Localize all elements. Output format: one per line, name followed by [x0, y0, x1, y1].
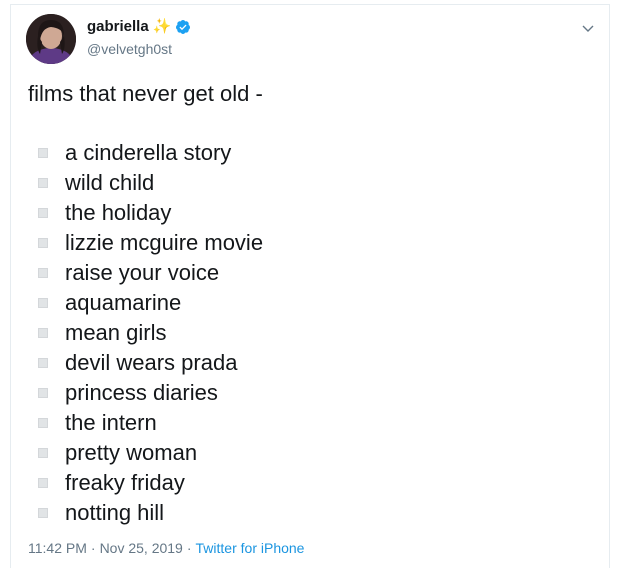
checkbox-square-icon	[38, 328, 48, 338]
list-item-text: aquamarine	[65, 290, 182, 315]
list-item: lizzie mcguire movie	[38, 228, 263, 258]
list-item-text: raise your voice	[65, 260, 220, 285]
list-item: raise your voice	[38, 258, 263, 288]
list-item: freaky friday	[38, 468, 263, 498]
checkbox-square-icon	[38, 448, 48, 458]
list-item: wild child	[38, 168, 263, 198]
list-item-text: princess diaries	[65, 380, 218, 405]
list-item-text: freaky friday	[65, 470, 185, 495]
checkbox-square-icon	[38, 298, 48, 308]
list-item-text: the intern	[65, 410, 157, 435]
list-item-text: lizzie mcguire movie	[65, 230, 264, 255]
author-name-row[interactable]: gabriella ✨	[87, 18, 191, 35]
checkbox-square-icon	[38, 148, 48, 158]
list-item-text: devil wears prada	[65, 350, 238, 375]
checkbox-square-icon	[38, 418, 48, 428]
chevron-down-icon[interactable]	[581, 21, 595, 35]
list-item-text: the holiday	[65, 200, 172, 225]
list-item: a cinderella story	[38, 138, 263, 168]
list-item-text: notting hill	[65, 500, 165, 525]
list-item: pretty woman	[38, 438, 263, 468]
checkbox-square-icon	[38, 238, 48, 248]
tweet-source-link[interactable]: Twitter for iPhone	[196, 540, 305, 556]
tweet-text: films that never get old -	[28, 81, 263, 106]
tweet-time[interactable]: 11:42 PM	[28, 540, 87, 556]
list-item: aquamarine	[38, 288, 263, 318]
list-item: notting hill	[38, 498, 263, 528]
avatar[interactable]	[26, 14, 76, 64]
checkbox-square-icon	[38, 268, 48, 278]
list-item: the intern	[38, 408, 263, 438]
tweet-metadata: 11:42 PM · Nov 25, 2019 · Twitter for iP…	[28, 540, 304, 556]
checkbox-square-icon	[38, 208, 48, 218]
list-item-text: mean girls	[65, 320, 167, 345]
checkbox-square-icon	[38, 358, 48, 368]
tweet-date[interactable]: Nov 25, 2019	[100, 540, 183, 556]
verified-badge-icon	[176, 19, 191, 34]
list-item: the holiday	[38, 198, 263, 228]
list-item-text: wild child	[65, 170, 155, 195]
list-item-text: pretty woman	[65, 440, 198, 465]
checkbox-square-icon	[38, 178, 48, 188]
author-handle[interactable]: @velvetgh0st	[87, 41, 172, 57]
film-list: a cinderella story wild child the holida…	[38, 138, 263, 528]
sparkle-emoji: ✨	[152, 18, 172, 35]
list-item: devil wears prada	[38, 348, 263, 378]
author-name[interactable]: gabriella	[87, 18, 149, 35]
list-item: mean girls	[38, 318, 263, 348]
checkbox-square-icon	[38, 478, 48, 488]
checkbox-square-icon	[38, 388, 48, 398]
list-item-text: a cinderella story	[65, 140, 232, 165]
avatar-photo	[26, 14, 76, 64]
checkbox-square-icon	[38, 508, 48, 518]
meta-separator: ·	[186, 540, 192, 556]
tweet-card: gabriella ✨ @velvetgh0st films that neve…	[10, 4, 610, 568]
list-item: princess diaries	[38, 378, 263, 408]
meta-separator: ·	[90, 540, 96, 556]
